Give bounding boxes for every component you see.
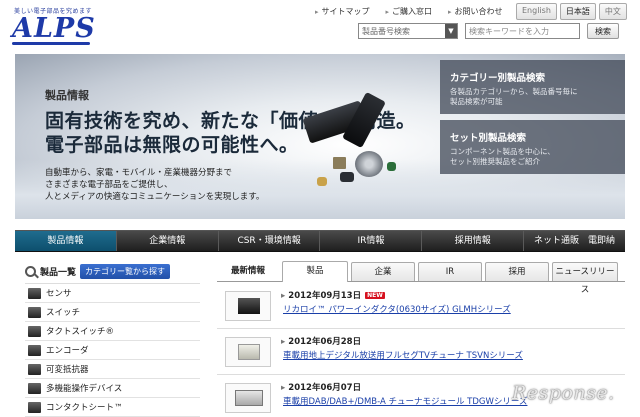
product-thumb-icon bbox=[28, 344, 41, 356]
tab-latest: 最新情報 bbox=[230, 266, 265, 276]
panel-desc: 各製品カテゴリーから、製品番号毎に bbox=[450, 87, 578, 96]
lang-english[interactable]: English bbox=[516, 3, 557, 20]
product-thumb-icon bbox=[28, 401, 41, 413]
panel-title: セット別製品検索 bbox=[450, 133, 527, 144]
toplink-sitemap[interactable]: サイトマップ bbox=[315, 6, 370, 17]
search-type-select[interactable]: 製品番号検索 ▼ bbox=[358, 23, 458, 39]
lang-japanese[interactable]: 日本語 bbox=[559, 3, 596, 20]
module-image bbox=[235, 390, 263, 406]
sidebar-item-label: 多機能操作デバイス bbox=[46, 384, 123, 394]
product-thumb-icon bbox=[28, 306, 41, 318]
product-thumb-icon bbox=[28, 363, 41, 375]
news-date: 2012年06月28日 bbox=[281, 335, 361, 347]
sidebar-item-sensor[interactable]: センサ bbox=[25, 284, 200, 303]
component-image bbox=[387, 162, 396, 171]
nav-recruit[interactable]: 採用情報 bbox=[422, 231, 525, 251]
sidebar-item-label: 可変抵抗器 bbox=[46, 365, 89, 375]
toplink-contact[interactable]: お問い合わせ bbox=[448, 6, 503, 17]
sidebar-item-tact-switch[interactable]: タクトスイッチ® bbox=[25, 322, 200, 341]
tab-products[interactable]: 製品 bbox=[282, 261, 348, 282]
product-thumb-icon bbox=[28, 325, 41, 337]
list-item: 2012年06月28日 車載用地上デジタル放送用フルセグTVチューナ TSVNシ… bbox=[217, 329, 625, 375]
sidebar-item-encoder[interactable]: エンコーダ bbox=[25, 341, 200, 360]
sidebar-item-label: コンタクトシート™ bbox=[46, 403, 123, 413]
component-image bbox=[333, 157, 346, 169]
tab-recruit[interactable]: 採用 bbox=[485, 262, 549, 281]
panel-title: カテゴリー別製品検索 bbox=[450, 73, 546, 84]
panel-desc: 製品検索が可能 bbox=[450, 97, 503, 106]
news-link[interactable]: リカロイ™ パワーインダクタ(0630サイズ) GLMHシリーズ bbox=[283, 303, 511, 315]
language-switcher: English 日本語 中文 bbox=[516, 3, 627, 20]
product-list-title: 製品一覧 bbox=[40, 267, 77, 278]
hero-body-line: 自動車から、家電・モバイル・産業機器分野まで bbox=[45, 168, 233, 178]
sidebar-item-potentiometer[interactable]: 可変抵抗器 bbox=[25, 360, 200, 379]
sidebar-item-label: スイッチ bbox=[46, 308, 81, 318]
hero-title-line2: 電子部品は無限の可能性へ。 bbox=[45, 134, 299, 156]
top-links: サイトマップ ご購入窓口 お問い合わせ bbox=[315, 6, 503, 17]
product-thumbnail[interactable] bbox=[225, 291, 271, 321]
inductor-image bbox=[238, 298, 260, 314]
news-link[interactable]: 車載用地上デジタル放送用フルセグTVチューナ TSVNシリーズ bbox=[283, 349, 523, 361]
new-badge: NEW bbox=[365, 292, 385, 299]
search-button[interactable]: 検索 bbox=[587, 23, 619, 39]
panel-desc: セット別推奨製品をご紹介 bbox=[450, 157, 540, 166]
product-list-header: 製品一覧 カテゴリー覧から探す bbox=[25, 263, 200, 279]
sidebar-item-label: エンコーダ bbox=[46, 346, 89, 356]
news-date: 2012年09月13日NEW bbox=[281, 289, 385, 301]
nav-products[interactable]: 製品情報 bbox=[15, 231, 117, 251]
hero-body: 自動車から、家電・モバイル・産業機器分野まで さまざまな電子部品をご提供し、 人… bbox=[45, 167, 264, 203]
chevron-down-icon[interactable]: ▼ bbox=[445, 24, 457, 38]
hero-eyebrow: 製品情報 bbox=[45, 89, 89, 102]
sidebar-item-label: タクトスイッチ® bbox=[46, 327, 115, 337]
toplink-purchase[interactable]: ご購入窓口 bbox=[386, 6, 432, 17]
sidebar-item-switch[interactable]: スイッチ bbox=[25, 303, 200, 322]
product-thumb-icon bbox=[28, 287, 41, 299]
nav-corporate[interactable]: 企業情報 bbox=[116, 231, 219, 251]
product-thumbnail[interactable] bbox=[225, 337, 271, 367]
main-nav: 製品情報 企業情報 CSR・環境情報 IR情報 採用情報 ネット通販 電即納 bbox=[15, 230, 625, 252]
tab-news-release[interactable]: ニュースリリース bbox=[552, 262, 618, 295]
set-search-panel[interactable]: セット別製品検索 コンポーネント製品を中心に、 セット別推奨製品をご紹介 bbox=[440, 120, 625, 174]
search-icon bbox=[25, 265, 36, 277]
list-item: 2012年09月13日NEW リカロイ™ パワーインダクタ(0630サイズ) G… bbox=[217, 283, 625, 329]
nav-csr[interactable]: CSR・環境情報 bbox=[218, 231, 321, 251]
tuner-image bbox=[238, 344, 260, 360]
hero-body-line: 人とメディアの快適なコミュニケーションを実現します。 bbox=[45, 192, 265, 202]
tab-corporate[interactable]: 企業 bbox=[351, 262, 415, 281]
alps-logo[interactable]: ALPS bbox=[12, 13, 96, 44]
sidebar-item-multi-device[interactable]: 多機能操作デバイス bbox=[25, 379, 200, 398]
product-thumb-icon bbox=[28, 382, 41, 394]
category-list-button[interactable]: カテゴリー覧から探す bbox=[80, 263, 171, 279]
search-row: 製品番号検索 ▼ 検索キーワードを入力 検索 bbox=[358, 23, 619, 39]
news-link[interactable]: 車載用DAB/DAB+/DMB-A チューナモジュール TDGWシリーズ bbox=[283, 395, 527, 407]
search-input[interactable]: 検索キーワードを入力 bbox=[465, 23, 580, 39]
sidebar-item-contact-sheet[interactable]: コンタクトシート™ bbox=[25, 398, 200, 417]
news-tabs: 最新情報 製品 企業 IR 採用 ニュースリリース bbox=[217, 261, 625, 295]
search-type-value: 製品番号検索 bbox=[362, 27, 410, 36]
lang-chinese[interactable]: 中文 bbox=[598, 3, 627, 20]
news-date: 2012年06月07日 bbox=[281, 381, 361, 393]
hero-body-line: さまざまな電子部品をご提供し、 bbox=[45, 180, 173, 190]
hero-banner: 製品情報 固有技術を究め、新たな「価値」を創造。 電子部品は無限の可能性へ。 自… bbox=[15, 54, 625, 219]
product-category-list: センサ スイッチ タクトスイッチ® エンコーダ 可変抵抗器 多機能操作デバイス … bbox=[25, 283, 200, 417]
component-image bbox=[317, 177, 327, 186]
response-watermark: Response. bbox=[512, 382, 615, 404]
panel-desc: コンポーネント製品を中心に、 bbox=[450, 147, 555, 156]
category-search-panel[interactable]: カテゴリー別製品検索 各製品カテゴリーから、製品番号毎に 製品検索が可能 bbox=[440, 60, 625, 114]
tab-ir[interactable]: IR bbox=[418, 262, 482, 281]
knob-image bbox=[355, 151, 383, 177]
logo-swoosh bbox=[12, 42, 90, 45]
product-thumbnail[interactable] bbox=[225, 383, 271, 413]
nav-ir[interactable]: IR情報 bbox=[320, 231, 423, 251]
sidebar-item-label: センサ bbox=[46, 289, 72, 299]
component-image bbox=[340, 172, 354, 182]
nav-netshop[interactable]: ネット通販 電即納 bbox=[524, 231, 625, 251]
